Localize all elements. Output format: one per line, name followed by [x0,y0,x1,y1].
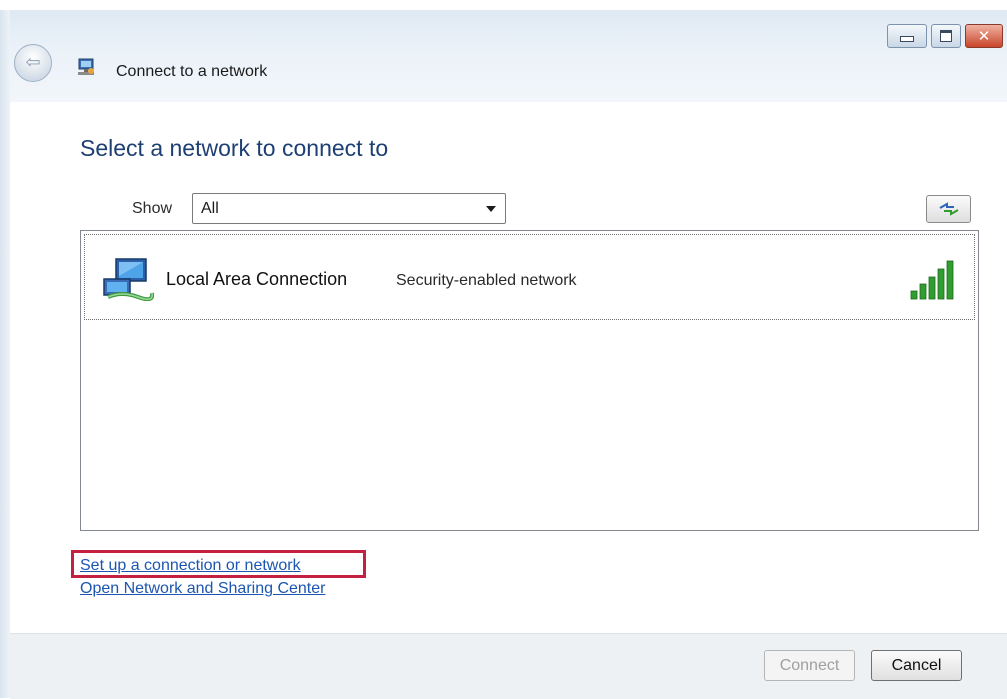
signal-strength-icon [910,260,954,300]
button-bar [10,633,1007,699]
network-name: Local Area Connection [166,269,348,289]
cancel-button[interactable]: Cancel [871,650,962,681]
network-list-item[interactable]: Local Area Connection Security-enabled n… [84,234,975,320]
minimize-icon [900,36,914,42]
close-icon: ✕ [977,26,991,45]
back-arrow-icon: ⇦ [25,52,41,73]
window-left-edge [0,10,10,698]
network-security-status: Security-enabled network [396,272,577,289]
refresh-button[interactable] [926,195,971,223]
window-controls: ✕ [887,24,1003,50]
maximize-button[interactable] [931,24,961,48]
highlight-box [71,550,366,578]
connect-button[interactable]: Connect [764,650,855,681]
minimize-button[interactable] [887,24,927,48]
close-button[interactable]: ✕ [965,24,1003,48]
show-label: Show [132,200,173,217]
connect-to-network-window: ✕ ⇦ Connect to a network Select a networ… [0,0,1007,699]
network-icon [78,58,94,75]
chevron-down-icon [486,206,496,212]
show-filter-dropdown[interactable]: All [192,193,506,224]
network-sharing-center-link[interactable]: Open Network and Sharing Center [80,580,325,598]
window-title: Connect to a network [116,63,268,80]
page-title: Select a network to connect to [80,135,389,161]
maximize-icon [940,30,952,42]
network-list: Local Area Connection Security-enabled n… [80,230,979,531]
wired-network-icon [103,258,154,301]
title-bar: ✕ [10,10,1007,102]
back-button[interactable]: ⇦ [14,44,52,82]
show-filter-value: All [201,200,219,217]
refresh-icon [939,202,958,216]
